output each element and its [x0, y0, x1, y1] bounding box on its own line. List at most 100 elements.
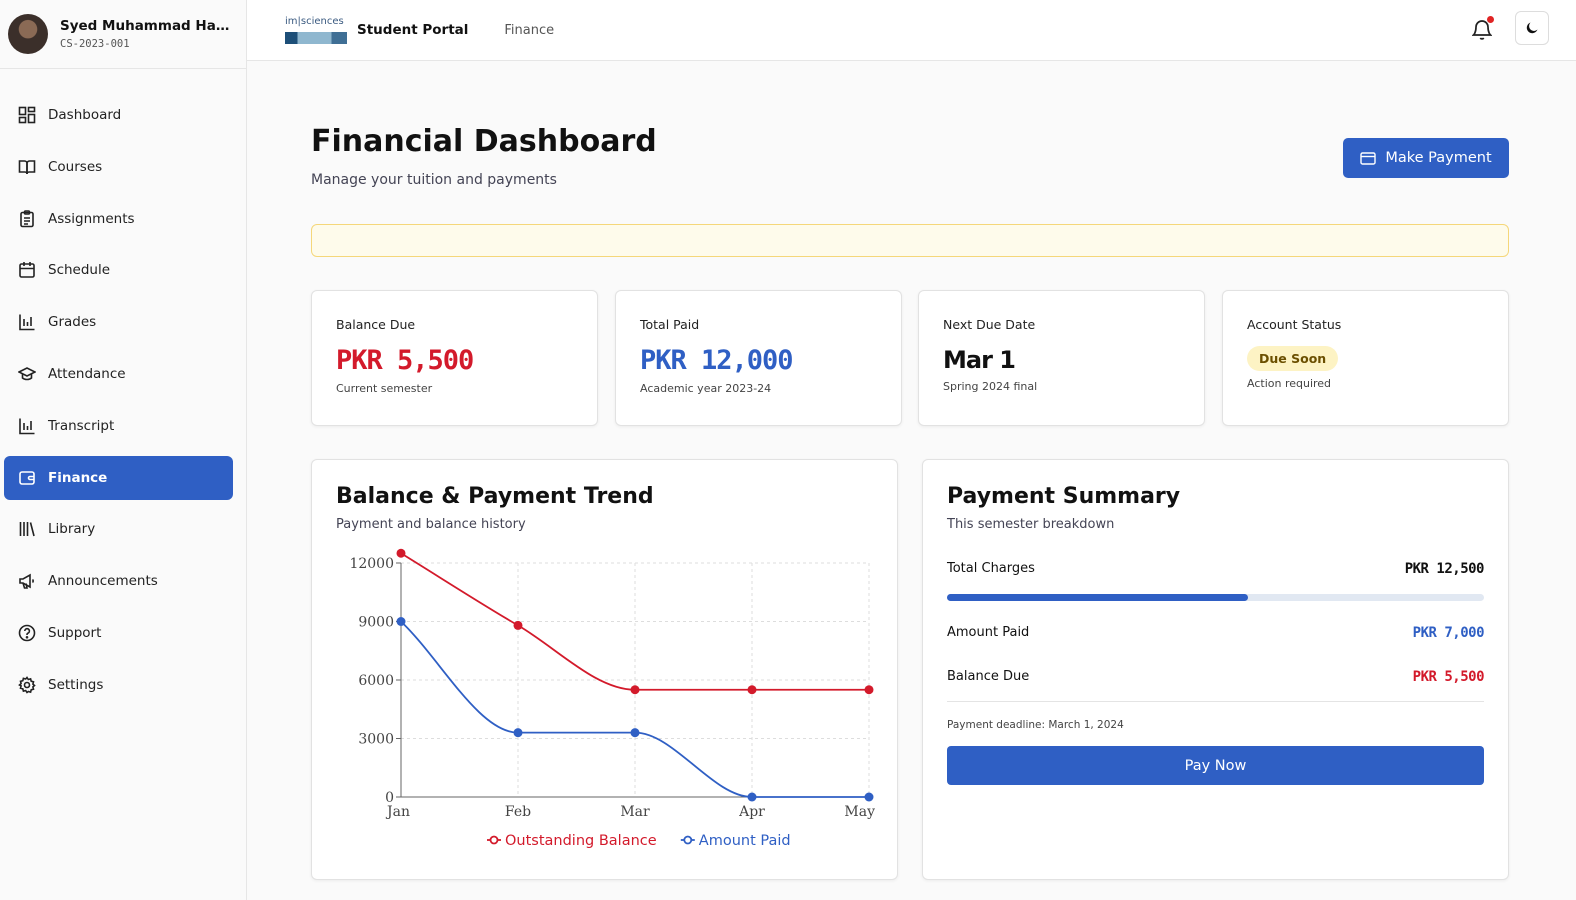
- sidebar-item-label: Transcript: [48, 417, 115, 434]
- data-point: [513, 620, 523, 630]
- portal-title: Student Portal: [357, 22, 469, 38]
- sidebar-item-label: Dashboard: [48, 107, 122, 123]
- sidebar-item-label: Assignments: [48, 210, 135, 227]
- pay-now-button[interactable]: Pay Now: [947, 746, 1484, 785]
- notifications-button[interactable]: [1472, 16, 1494, 40]
- sidebar-nav: Dashboard Courses Assignments Schedule G…: [0, 69, 246, 707]
- sidebar-item-label: Schedule: [48, 262, 111, 279]
- divider: [947, 701, 1484, 702]
- help-icon: [17, 623, 36, 642]
- megaphone-icon: [17, 572, 36, 591]
- sidebar-item-label: Finance: [48, 469, 108, 486]
- stat-label: Next Due Date: [943, 317, 1036, 332]
- legend-swatch-marker: [683, 835, 693, 845]
- x-tick-label: May: [844, 804, 875, 820]
- stat-label: Total Paid: [640, 317, 700, 332]
- data-point: [747, 792, 757, 802]
- stat-note: Spring 2024 final: [943, 380, 1038, 393]
- x-tick-label: Apr: [738, 804, 765, 820]
- balance-due-row: Balance Due PKR 5,500: [947, 669, 1485, 685]
- sidebar-item-label: Library: [48, 521, 96, 538]
- sidebar-item-assignments[interactable]: Assignments: [4, 197, 233, 241]
- line-chart: 030006000900012000Jan Feb Mar Apr MayOutstan…: [349, 548, 875, 849]
- calendar-icon: [17, 261, 36, 280]
- status-badge: Due Soon: [1247, 346, 1339, 371]
- amount-paid-row: Amount Paid PKR 7,000: [947, 625, 1485, 641]
- stat-value: Mar 1: [943, 346, 1016, 374]
- balance-due-card: Balance Due PKR 5,500 Current semester: [311, 290, 598, 426]
- sidebar-item-finance[interactable]: Finance: [4, 455, 233, 500]
- payment-deadline: Payment deadline: March 1, 2024: [947, 719, 1124, 731]
- avatar: [8, 14, 48, 54]
- payment-progress-bar: [947, 594, 1484, 601]
- page-subtitle: Manage your tuition and payments: [311, 172, 557, 188]
- total-charges-value: PKR 12,500: [1404, 561, 1485, 577]
- stat-label: Account Status: [1247, 317, 1342, 332]
- sidebar-item-label: Courses: [48, 158, 103, 175]
- y-tick-label: 12000: [349, 556, 394, 572]
- user-id: CS-2023-001: [60, 38, 130, 50]
- clipboard-icon: [17, 209, 36, 228]
- sidebar-item-dashboard[interactable]: Dashboard: [4, 93, 233, 137]
- summary-title: Payment Summary: [947, 484, 1181, 509]
- stat-value: PKR 12,000: [640, 345, 794, 376]
- payment-summary-card: Payment Summary This semester breakdown …: [922, 459, 1509, 880]
- legend-label: Amount Paid: [699, 833, 791, 849]
- sidebar-item-label: Announcements: [48, 573, 158, 590]
- wallet-icon: [17, 468, 36, 487]
- stat-value: PKR 5,500: [336, 345, 474, 376]
- institution-logo[interactable]: im|sciences: [285, 16, 347, 44]
- account-status-card: Account Status Due Soon Action required: [1222, 290, 1509, 426]
- breadcrumb[interactable]: Finance: [504, 23, 554, 38]
- total-paid-card: Total Paid PKR 12,000 Academic year 2023…: [615, 290, 902, 426]
- total-charges-label: Total Charges: [947, 561, 1035, 576]
- library-icon: [17, 520, 36, 539]
- data-point: [864, 685, 874, 695]
- x-tick-label: Jan: [385, 804, 410, 820]
- bar-chart-icon: [17, 313, 36, 332]
- balance-due-value: PKR 5,500: [1412, 669, 1485, 685]
- data-point: [396, 548, 406, 558]
- credit-card-icon: [1360, 151, 1377, 165]
- sidebar-item-grades[interactable]: Grades: [4, 300, 233, 344]
- sidebar-item-transcript[interactable]: Transcript: [4, 404, 233, 448]
- dashboard-icon: [17, 106, 36, 125]
- stat-note: Academic year 2023-24: [640, 382, 772, 395]
- stat-note: Current semester: [336, 382, 433, 395]
- sidebar-item-courses[interactable]: Courses: [4, 145, 233, 189]
- data-point: [864, 792, 874, 802]
- data-point: [630, 685, 640, 695]
- stat-note: Action required: [1247, 377, 1332, 390]
- book-icon: [17, 157, 36, 176]
- legend-label: Outstanding Balance: [505, 833, 657, 849]
- user-profile[interactable]: Syed Muhammad Hamz... CS-2023-001: [0, 0, 246, 69]
- x-tick-label: Mar: [620, 804, 650, 820]
- trend-chart-card: Balance & Payment Trend Payment and bala…: [311, 459, 898, 880]
- top-header: im|sciences Student Portal Finance: [247, 0, 1576, 61]
- sidebar-item-support[interactable]: Support: [4, 611, 233, 655]
- y-tick-label: 9000: [358, 615, 394, 631]
- y-tick-label: 3000: [358, 732, 394, 748]
- make-payment-button[interactable]: Make Payment: [1343, 138, 1509, 178]
- sidebar-item-library[interactable]: Library: [4, 507, 233, 551]
- sidebar-item-settings[interactable]: Settings: [4, 663, 233, 707]
- x-tick-label: Feb: [505, 804, 531, 820]
- sidebar: Syed Muhammad Hamz... CS-2023-001 Dashbo…: [0, 0, 247, 900]
- stat-label: Balance Due: [336, 317, 416, 332]
- moon-icon: [1526, 22, 1538, 34]
- user-name: Syed Muhammad Hamz...: [60, 18, 232, 34]
- sidebar-item-label: Grades: [48, 314, 97, 331]
- next-due-date-card: Next Due Date Mar 1 Spring 2024 final: [918, 290, 1205, 426]
- data-point: [396, 617, 406, 626]
- legend-swatch-marker: [489, 835, 499, 845]
- sidebar-item-label: Settings: [48, 676, 104, 693]
- alert-banner: [311, 224, 1509, 257]
- sidebar-item-announcements[interactable]: Announcements: [4, 559, 233, 603]
- progress-fill: [947, 594, 1248, 601]
- theme-toggle-button[interactable]: [1515, 11, 1549, 45]
- data-point: [513, 728, 523, 738]
- sidebar-item-schedule[interactable]: Schedule: [4, 248, 233, 292]
- total-charges-row: Total Charges PKR 12,500: [947, 561, 1485, 577]
- bar-chart-icon: [17, 416, 36, 435]
- sidebar-item-attendance[interactable]: Attendance: [4, 352, 233, 396]
